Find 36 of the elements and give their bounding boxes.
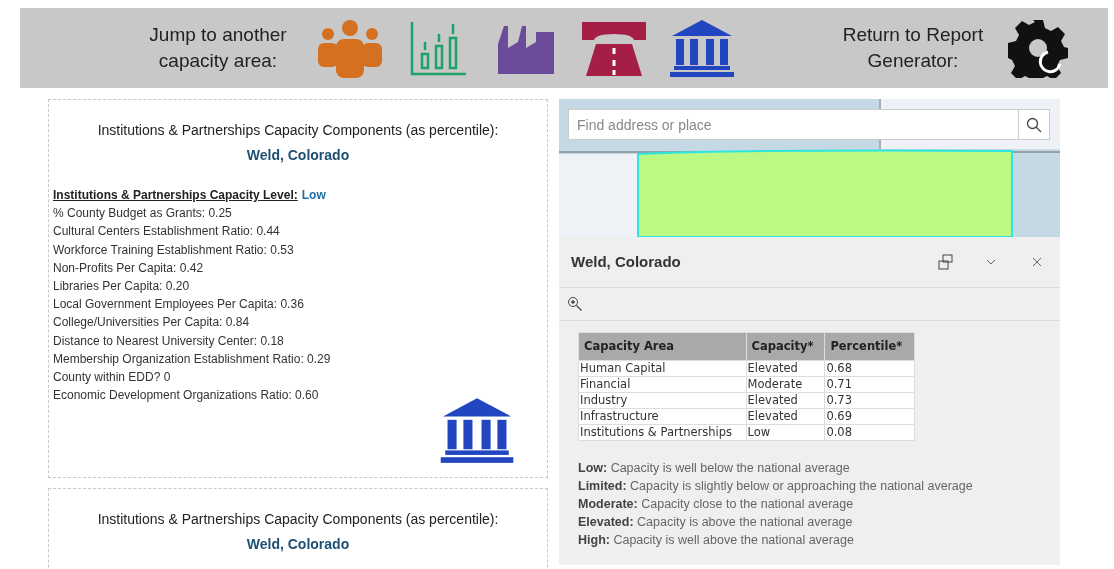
component-item: Local Government Employees Per Capita: 0.36 — [53, 296, 305, 314]
column-header: Capacity* — [746, 332, 825, 361]
component-item: % County Budget as Grants: 0.25 — [53, 205, 233, 223]
legend-line: Elevated: Capacity is above the national average — [578, 514, 854, 532]
return-label: Return to Report Generator: — [841, 23, 985, 73]
component-item: Membership Organization Establishment Ratio: 0.29 — [53, 350, 332, 368]
chevron-down-icon[interactable] — [986, 258, 996, 266]
component-item: County within EDD? 0 — [53, 369, 172, 387]
dock-icon[interactable] — [938, 254, 954, 270]
component-item: Cultural Centers Establishment Ratio: 0.44 — [53, 223, 281, 241]
legend-line: Low: Capacity is well below the national average — [578, 460, 851, 478]
component-item: College/Universities Per Capita: 0.84 — [53, 314, 251, 332]
search-field[interactable]: Find address or place — [568, 109, 1019, 140]
popup-title: Weld, Colorado — [571, 251, 682, 272]
component-item: Economic Development Organizations Ratio: 0.60 — [53, 387, 320, 405]
component-item: Distance to Nearest University Center: 0.18 — [53, 332, 285, 350]
card-title: Institutions & Partnerships Capacity Components (as percentile): — [96, 510, 500, 529]
capacity-level-label: Institutions & Partnerships Capacity Level: — [53, 187, 298, 204]
zoom-in-icon[interactable] — [567, 296, 583, 312]
column-header: Percentile* — [824, 332, 915, 361]
capacity-level-value: Low — [301, 187, 326, 204]
search-button[interactable] — [1019, 109, 1050, 140]
column-header: Capacity Area — [578, 332, 747, 361]
close-icon[interactable] — [1032, 257, 1042, 267]
county-name: Weld, Colorado — [245, 146, 351, 165]
jump-label: Jump to another capacity area: — [148, 23, 288, 73]
component-item: Libraries Per Capita: 0.20 — [53, 278, 191, 295]
legend-line: High: Capacity is well above the national average — [578, 532, 855, 550]
settings-icon[interactable] — [1008, 18, 1068, 78]
component-item: Workforce Training Establishment Ratio: 0.53 — [53, 241, 295, 259]
component-item: Non-Profits Per Capita: 0.42 — [53, 259, 205, 277]
legend-line: Moderate: Capacity close to the national average — [578, 496, 855, 514]
search-icon — [1026, 116, 1042, 133]
legend-line: Limited: Capacity is slightly below or approaching the national average — [578, 478, 974, 496]
county-name: Weld, Colorado — [245, 535, 351, 554]
card-title: Institutions & Partnerships Capacity Components (as percentile): — [96, 121, 500, 140]
